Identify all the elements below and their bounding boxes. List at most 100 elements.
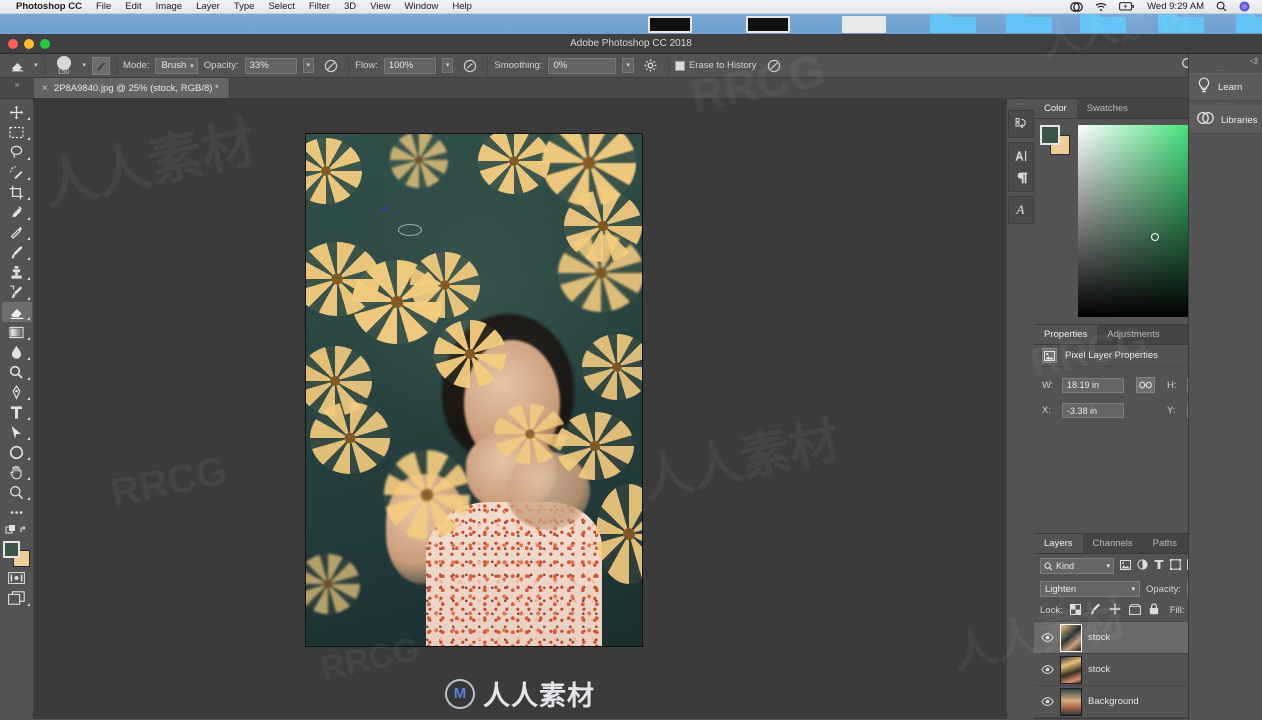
tab-adjustments[interactable]: Adjustments: [1097, 325, 1169, 344]
layer-name[interactable]: stock: [1088, 632, 1110, 643]
opacity-chevron-icon[interactable]: ▾: [303, 58, 315, 73]
canvas-area[interactable]: M 人人素材: [34, 99, 1006, 719]
history-brush-tool[interactable]: [2, 282, 32, 302]
menu-window[interactable]: Window: [398, 0, 446, 13]
menu-image[interactable]: Image: [149, 0, 189, 13]
tool-flyout-triangle[interactable]: [27, 217, 30, 220]
menu-clock[interactable]: Wed 9:29 AM: [1141, 1, 1210, 12]
eraser-tool[interactable]: [2, 302, 32, 322]
zoom-tool[interactable]: [2, 482, 32, 502]
screen-mode-icon[interactable]: [2, 588, 32, 608]
horizontal-type-tool[interactable]: [2, 402, 32, 422]
spot-healing-brush-tool[interactable]: [2, 222, 32, 242]
close-tab-icon[interactable]: ×: [42, 83, 48, 94]
tab-properties[interactable]: Properties: [1034, 325, 1097, 344]
paragraph-panel-icon[interactable]: [1009, 167, 1033, 189]
tool-flyout-triangle[interactable]: [27, 137, 30, 140]
creative-cloud-icon[interactable]: [1064, 2, 1089, 12]
smoothing-input[interactable]: 0%: [548, 58, 616, 74]
flow-chevron-icon[interactable]: ▾: [442, 58, 454, 73]
wifi-icon[interactable]: [1089, 2, 1113, 12]
close-button[interactable]: [8, 39, 18, 49]
tool-flyout-triangle[interactable]: [27, 497, 30, 500]
tool-flyout-triangle[interactable]: [27, 477, 30, 480]
brush-preset-chevron-icon[interactable]: ▾: [83, 62, 87, 69]
filter-pixel-icon[interactable]: [1120, 557, 1131, 575]
layer-thumbnail[interactable]: [1060, 624, 1082, 652]
tool-flyout-triangle[interactable]: [27, 257, 30, 260]
smoothing-options-gear-icon[interactable]: [640, 56, 662, 76]
eye-icon[interactable]: [1040, 697, 1054, 706]
rectangular-marquee-tool[interactable]: [2, 122, 32, 142]
tool-flyout-triangle[interactable]: [27, 297, 30, 300]
artboard[interactable]: [306, 134, 642, 646]
ellipse-tool[interactable]: [2, 442, 32, 462]
desktop-window-thumb[interactable]: [746, 16, 790, 33]
tool-flyout-triangle[interactable]: [27, 457, 30, 460]
layer-thumbnail[interactable]: [1060, 688, 1082, 716]
history-panel-icon[interactable]: [1009, 113, 1033, 135]
desktop-window-thumb[interactable]: [648, 16, 692, 33]
collapse-arrows-icon[interactable]: »: [0, 78, 34, 98]
tool-flyout-triangle[interactable]: [27, 417, 30, 420]
brush-preset-picker-icon[interactable]: [92, 57, 110, 75]
rail-item-learn[interactable]: Learn: [1189, 73, 1262, 101]
tab-paths[interactable]: Paths: [1143, 534, 1187, 553]
lock-image-pixels-icon[interactable]: [1089, 602, 1101, 620]
gradient-tool[interactable]: [2, 322, 32, 342]
menu-file[interactable]: File: [89, 0, 118, 13]
tool-flyout-triangle[interactable]: [27, 437, 30, 440]
desktop-folder-icon[interactable]: [1006, 17, 1052, 33]
tablet-pressure-opacity-icon[interactable]: [320, 56, 342, 76]
battery-charging-icon[interactable]: [1113, 2, 1141, 11]
character-panel-icon[interactable]: [1009, 145, 1033, 167]
tool-flyout-triangle[interactable]: [27, 237, 30, 240]
tool-flyout-triangle[interactable]: [27, 377, 30, 380]
tool-flyout-triangle[interactable]: [27, 197, 30, 200]
filter-type-icon[interactable]: [1154, 557, 1164, 575]
color-mode-shortcuts[interactable]: [2, 522, 32, 538]
tool-flyout-triangle[interactable]: [27, 397, 30, 400]
menu-filter[interactable]: Filter: [302, 0, 337, 13]
menu-help[interactable]: Help: [445, 0, 479, 13]
zoom-button[interactable]: [40, 39, 50, 49]
menu-layer[interactable]: Layer: [189, 0, 227, 13]
airbrush-icon[interactable]: [459, 56, 481, 76]
width-input[interactable]: 18.19 in: [1062, 378, 1124, 393]
minimize-button[interactable]: [24, 39, 34, 49]
desktop-folder-icon[interactable]: [1236, 17, 1262, 33]
document-tab[interactable]: × 2P8A9840.jpg @ 25% (stock, RGB/8) *: [34, 78, 230, 98]
filter-shape-icon[interactable]: [1170, 557, 1181, 575]
eraser-tool-icon[interactable]: [6, 56, 28, 76]
rail-item-libraries[interactable]: Libraries: [1189, 106, 1262, 134]
spotlight-search-icon[interactable]: [1210, 1, 1233, 12]
desktop-folder-icon[interactable]: [930, 17, 976, 33]
filter-adjustment-icon[interactable]: [1137, 557, 1148, 575]
mode-select[interactable]: Brush ▾: [155, 58, 197, 74]
tab-swatches[interactable]: Swatches: [1077, 99, 1138, 118]
tool-flyout-triangle[interactable]: [27, 277, 30, 280]
lock-transparent-pixels-icon[interactable]: [1070, 602, 1081, 620]
tab-color[interactable]: Color: [1034, 99, 1077, 118]
menu-select[interactable]: Select: [261, 0, 301, 13]
clone-stamp-tool[interactable]: [2, 262, 32, 282]
layer-name[interactable]: stock: [1088, 664, 1110, 675]
foreground-color-swatch[interactable]: [3, 541, 20, 558]
erase-to-history-checkbox[interactable]: Erase to History: [675, 60, 757, 71]
eyedropper-tool[interactable]: [2, 202, 32, 222]
tool-flyout-triangle[interactable]: [27, 177, 30, 180]
edit-toolbar-button[interactable]: [2, 502, 32, 522]
desktop-window-thumb[interactable]: [842, 16, 886, 33]
eye-icon[interactable]: [1040, 633, 1054, 642]
menu-app-name[interactable]: Photoshop CC: [6, 0, 89, 13]
tab-layers[interactable]: Layers: [1034, 534, 1083, 553]
brush-tool[interactable]: [2, 242, 32, 262]
blend-mode-select[interactable]: Lighten ▾: [1040, 581, 1140, 597]
collapse-panel-icon[interactable]: ◁|: [1189, 56, 1262, 68]
crop-tool[interactable]: [2, 182, 32, 202]
tab-channels[interactable]: Channels: [1083, 534, 1143, 553]
quick-selection-tool[interactable]: [2, 162, 32, 182]
panel-drag-handle[interactable]: ···: [1017, 102, 1024, 108]
color-picker-marker[interactable]: [1151, 233, 1159, 241]
link-dimensions-icon[interactable]: [1136, 377, 1155, 393]
